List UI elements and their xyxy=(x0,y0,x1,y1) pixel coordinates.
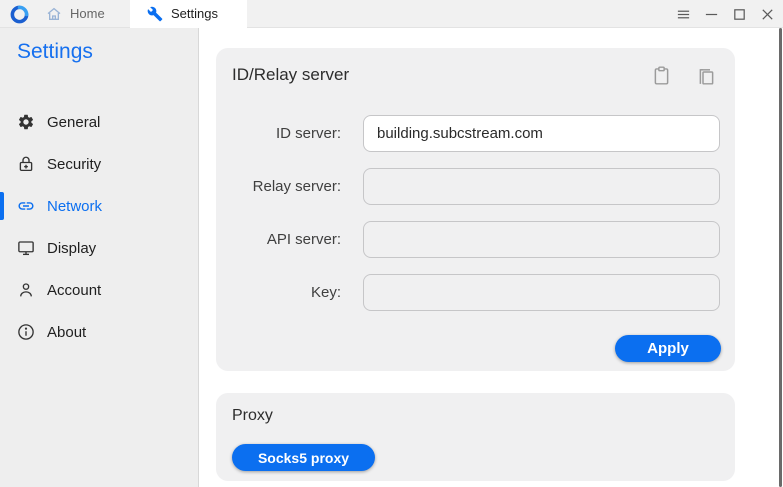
api-server-label: API server: xyxy=(216,231,352,248)
sidebar-item-label: Display xyxy=(47,240,96,257)
link-icon xyxy=(17,197,35,215)
key-label: Key: xyxy=(216,284,352,301)
sidebar-item-label: Account xyxy=(47,282,101,299)
tab-settings[interactable]: Settings xyxy=(130,0,247,28)
api-server-input[interactable] xyxy=(363,221,720,258)
rustdesk-logo-icon xyxy=(10,5,29,24)
lock-icon xyxy=(17,155,35,173)
gear-icon xyxy=(17,113,35,131)
id-relay-server-card: ID/Relay server ID server: Relay s xyxy=(216,48,735,371)
copy-icon[interactable] xyxy=(696,64,717,87)
vertical-scrollbar[interactable] xyxy=(779,28,782,487)
sidebar-item-label: Network xyxy=(47,198,102,215)
sidebar-item-account[interactable]: Account xyxy=(0,276,199,304)
window-controls xyxy=(675,0,775,28)
key-row: Key: xyxy=(216,274,352,311)
relay-server-label: Relay server: xyxy=(216,178,352,195)
page-title: Settings xyxy=(17,40,93,64)
tab-home-label: Home xyxy=(70,6,105,21)
card-title: ID/Relay server xyxy=(232,65,349,85)
close-icon[interactable] xyxy=(759,6,775,22)
home-icon xyxy=(46,6,62,22)
apply-button[interactable]: Apply xyxy=(615,335,721,362)
sidebar-item-display[interactable]: Display xyxy=(0,234,199,262)
titlebar: Home Settings xyxy=(0,0,783,28)
monitor-icon xyxy=(17,239,35,257)
id-server-row: ID server: xyxy=(216,115,352,152)
info-icon xyxy=(17,323,35,341)
relay-server-row: Relay server: xyxy=(216,168,352,205)
minimize-icon[interactable] xyxy=(703,6,719,22)
sidebar-item-network[interactable]: Network xyxy=(0,192,199,220)
paste-icon[interactable] xyxy=(651,64,672,87)
tab-settings-label: Settings xyxy=(171,6,218,21)
sidebar-item-label: General xyxy=(47,114,100,131)
settings-nav: General Security Network xyxy=(0,108,199,360)
relay-server-input[interactable] xyxy=(363,168,720,205)
settings-sidebar: Settings General Security xyxy=(0,28,199,487)
id-server-input[interactable] xyxy=(363,115,720,152)
api-server-row: API server: xyxy=(216,221,352,258)
wrench-icon xyxy=(147,6,163,22)
socks5-proxy-button[interactable]: Socks5 proxy xyxy=(232,444,375,471)
tab-home[interactable]: Home xyxy=(30,0,121,28)
key-input[interactable] xyxy=(363,274,720,311)
sidebar-item-general[interactable]: General xyxy=(0,108,199,136)
sidebar-item-security[interactable]: Security xyxy=(0,150,199,178)
main-content: ID/Relay server ID server: Relay s xyxy=(200,28,783,487)
proxy-card-title: Proxy xyxy=(232,407,273,425)
sidebar-item-label: About xyxy=(47,324,86,341)
sidebar-item-label: Security xyxy=(47,156,101,173)
proxy-card: Proxy Socks5 proxy xyxy=(216,393,735,481)
maximize-icon[interactable] xyxy=(731,6,747,22)
id-server-label: ID server: xyxy=(216,125,352,142)
sidebar-item-about[interactable]: About xyxy=(0,318,199,346)
person-icon xyxy=(17,281,35,299)
menu-icon[interactable] xyxy=(675,6,691,22)
selected-indicator xyxy=(0,192,4,220)
